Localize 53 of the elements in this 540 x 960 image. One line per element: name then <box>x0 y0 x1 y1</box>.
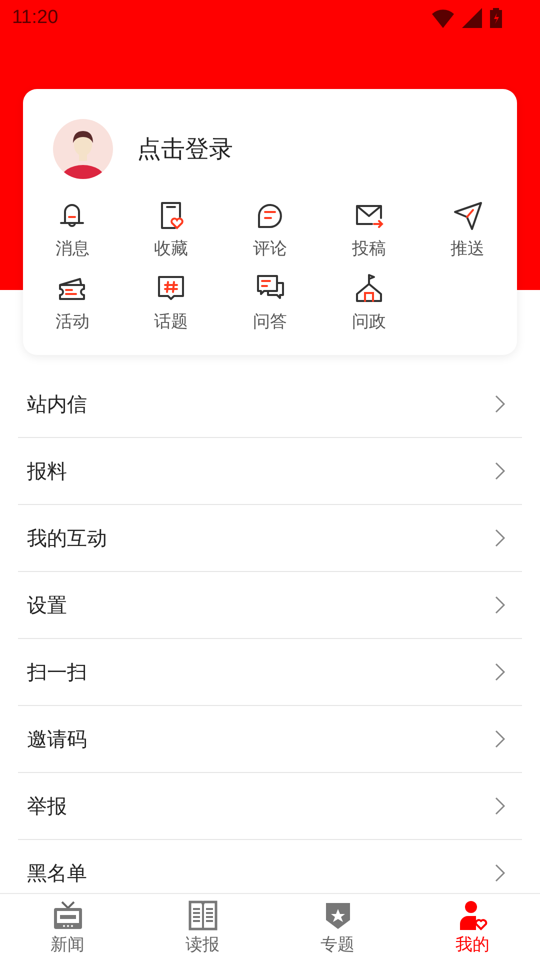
shortcut-item[interactable]: 消息 <box>23 199 122 260</box>
login-link[interactable]: 点击登录 <box>137 133 233 165</box>
chevron-icon <box>494 796 506 816</box>
menu-label: 设置 <box>27 592 67 618</box>
menu-item[interactable]: 我的互动 <box>18 505 522 572</box>
shortcut-item[interactable]: 推送 <box>418 199 517 260</box>
newspaper-icon <box>186 898 218 930</box>
nav-tab[interactable]: 我的 <box>405 894 540 960</box>
shortcut-label: 活动 <box>55 311 90 333</box>
chevron-icon <box>494 662 506 682</box>
shortcut-label: 收藏 <box>154 238 188 260</box>
wifi-icon <box>432 8 454 28</box>
battery-icon <box>490 8 502 28</box>
menu-label: 报料 <box>27 458 67 484</box>
shortcut-label: 问答 <box>252 311 287 333</box>
send-icon <box>452 199 484 231</box>
chevron-icon <box>494 729 506 749</box>
nav-tab[interactable]: 新闻 <box>0 894 135 960</box>
menu-item[interactable]: 报料 <box>18 438 522 505</box>
tv-icon <box>52 898 84 930</box>
shortcut-label: 话题 <box>154 311 188 333</box>
shortcut-label: 问政 <box>352 311 386 333</box>
menu-label: 举报 <box>27 792 67 820</box>
shortcut-item[interactable]: 活动 <box>23 272 122 333</box>
nav-tab[interactable]: 读报 <box>135 894 270 960</box>
nav-tab[interactable]: 专题 <box>270 894 405 960</box>
shortcut-item[interactable]: 投稿 <box>319 199 418 260</box>
chevron-icon <box>494 863 506 883</box>
shortcut-label: 推送 <box>450 238 485 260</box>
menu-label: 站内信 <box>27 390 87 418</box>
menu-item[interactable]: 举报 <box>18 773 522 840</box>
chevron-icon <box>494 595 506 615</box>
menu-label: 邀请码 <box>27 726 87 752</box>
shortcut-item[interactable]: 问答 <box>220 272 320 333</box>
menu-item[interactable]: 扫一扫 <box>18 639 522 706</box>
chevron-icon <box>494 461 506 481</box>
shortcut-label: 评论 <box>252 238 287 260</box>
shortcut-item[interactable]: 话题 <box>122 272 221 333</box>
menu-item[interactable]: 设置 <box>18 572 522 639</box>
shortcut-item[interactable]: 评论 <box>220 199 320 260</box>
menu-label: 扫一扫 <box>27 658 87 686</box>
menu-item[interactable]: 站内信 <box>18 371 522 438</box>
status-time: 11:20 <box>12 7 58 29</box>
signal-icon <box>462 8 482 28</box>
menu-label: 黑名单 <box>27 860 87 886</box>
menu-item[interactable]: 邀请码 <box>18 706 522 773</box>
shortcut-label: 投稿 <box>352 238 386 260</box>
shortcut-label: 消息 <box>55 238 90 260</box>
shortcut-item[interactable]: 问政 <box>319 272 418 333</box>
menu-label: 我的互动 <box>27 524 107 552</box>
chevron-icon <box>494 394 506 414</box>
shortcut-item[interactable]: 收藏 <box>122 199 221 260</box>
chevron-icon <box>494 528 506 548</box>
